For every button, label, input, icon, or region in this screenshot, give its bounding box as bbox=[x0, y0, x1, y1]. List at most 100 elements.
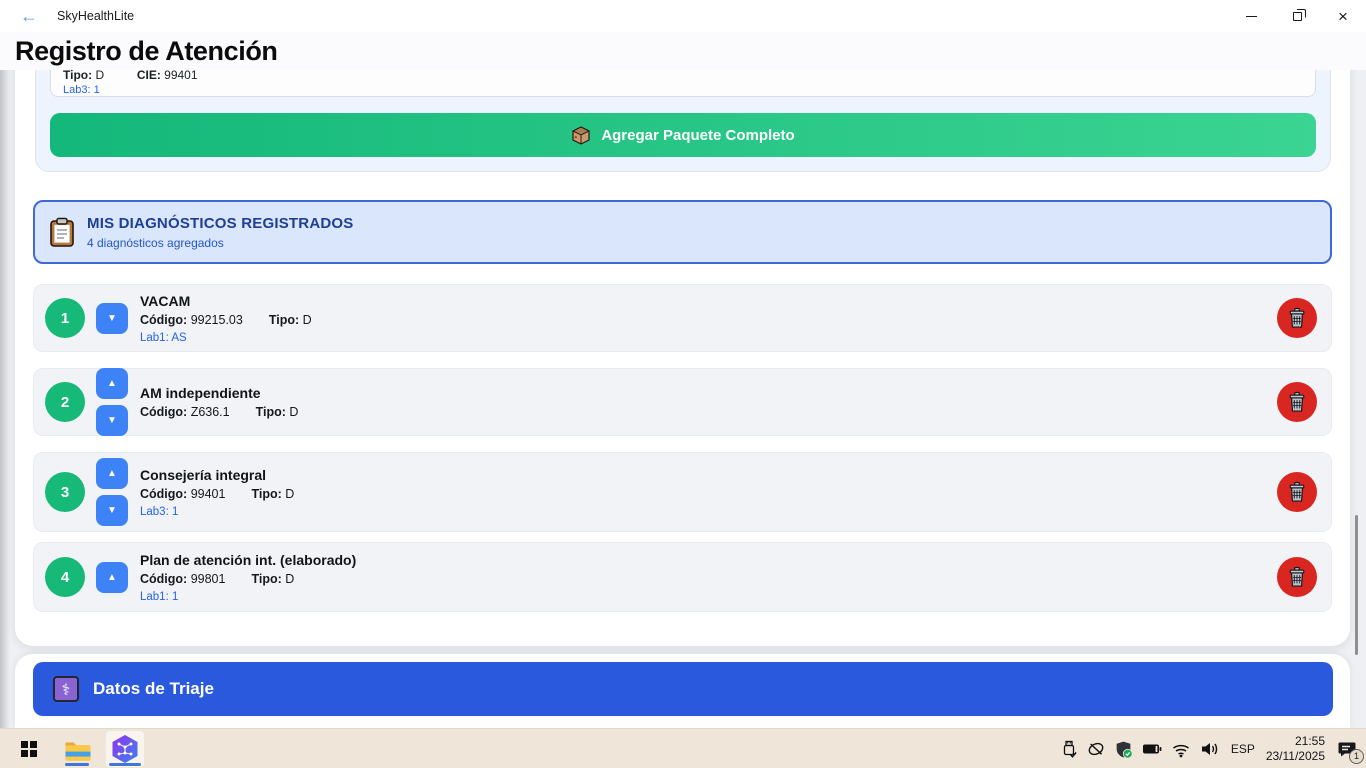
skyhealthlite-app-button[interactable] bbox=[106, 731, 144, 767]
scrollbar-thumb[interactable] bbox=[1355, 515, 1358, 655]
windows-logo-icon bbox=[21, 741, 38, 758]
cie-label: CIE: bbox=[137, 70, 161, 82]
trash-icon bbox=[1287, 566, 1307, 588]
clipboard-icon bbox=[49, 217, 75, 247]
tipo-value: D bbox=[286, 405, 299, 419]
app-title: SkyHealthLite bbox=[57, 0, 134, 32]
minimize-icon bbox=[1246, 16, 1257, 17]
package-icon bbox=[571, 125, 591, 145]
diagnosis-row: 1▼VACAMCódigo: 99215.03Tipo: DLab1: AS bbox=[33, 284, 1332, 352]
codigo-value: 99801 bbox=[187, 572, 225, 586]
diagnosis-text: VACAMCódigo: 99215.03Tipo: DLab1: AS bbox=[140, 293, 1277, 344]
add-full-package-button[interactable]: Agregar Paquete Completo bbox=[50, 113, 1316, 157]
clock-time: 21:55 bbox=[1266, 734, 1325, 749]
mouse-disabled-icon[interactable] bbox=[1087, 740, 1105, 758]
app-window: ← SkyHealthLite × Registro de Atención T… bbox=[0, 0, 1366, 768]
order-badge: 3 bbox=[45, 472, 85, 512]
diagnosis-name: Plan de atención int. (elaborado) bbox=[140, 552, 1277, 568]
package-item-meta: Tipo: D CIE: 99401 bbox=[63, 70, 198, 82]
speaker-icon[interactable] bbox=[1200, 741, 1220, 757]
package-item-partial: Tipo: D CIE: 99401 Lab3: 1 bbox=[50, 70, 1316, 97]
close-button[interactable]: × bbox=[1320, 0, 1366, 32]
page-title: Registro de Atención bbox=[15, 36, 278, 67]
datos-triaje-label: Datos de Triaje bbox=[93, 679, 214, 699]
notification-badge: 1 bbox=[1349, 749, 1364, 764]
delete-diagnosis-button[interactable] bbox=[1277, 472, 1317, 512]
title-bar: ← SkyHealthLite × bbox=[0, 0, 1366, 32]
diagnosis-name: AM independiente bbox=[140, 385, 1277, 401]
delete-diagnosis-button[interactable] bbox=[1277, 382, 1317, 422]
move-up-button[interactable]: ▲ bbox=[96, 458, 128, 489]
diagnosis-row: 2▲▼AM independienteCódigo: Z636.1Tipo: D bbox=[33, 368, 1332, 436]
clock[interactable]: 21:55 23/11/2025 bbox=[1266, 734, 1325, 764]
datos-triaje-button[interactable]: ⚕ Datos de Triaje bbox=[33, 662, 1333, 716]
diagnosis-name: Consejería integral bbox=[140, 467, 1277, 483]
start-button[interactable] bbox=[10, 731, 48, 767]
diagnosis-row: 4 ▲ Plan de atención int. (elaborado) Códig… bbox=[33, 542, 1332, 612]
back-button[interactable]: ← bbox=[14, 0, 44, 32]
move-down-button[interactable]: ▼ bbox=[96, 303, 128, 334]
explorer-running-indicator bbox=[65, 763, 89, 766]
diagnosis-meta: Código: 99401Tipo: D bbox=[140, 487, 1277, 501]
app-hexagon-icon bbox=[110, 734, 140, 764]
diagnosis-meta: Código: Z636.1Tipo: D bbox=[140, 405, 1277, 419]
move-up-button[interactable]: ▲ bbox=[96, 562, 128, 593]
window-controls: × bbox=[1228, 0, 1366, 32]
order-badge: 1 bbox=[45, 298, 85, 338]
reorder-controls: ▲▼ bbox=[96, 368, 128, 436]
language-indicator[interactable]: ESP bbox=[1229, 742, 1257, 756]
reorder-controls: ▲▼ bbox=[96, 458, 128, 526]
wifi-icon[interactable] bbox=[1171, 741, 1191, 758]
diagnostics-header-card: MIS DIAGNÓSTICOS REGISTRADOS 4 diagnósti… bbox=[33, 200, 1332, 264]
codigo-value: 99401 bbox=[187, 487, 225, 501]
delete-diagnosis-button[interactable] bbox=[1277, 298, 1317, 338]
diagnosis-lab: Lab1: 1 bbox=[140, 591, 1277, 603]
taskbar: ESP 21:55 23/11/2025 1 bbox=[0, 728, 1366, 768]
diagnostics-header-title: MIS DIAGNÓSTICOS REGISTRADOS bbox=[87, 215, 353, 232]
codigo-value: 99215.03 bbox=[187, 313, 243, 327]
move-up-button[interactable]: ▲ bbox=[96, 368, 128, 399]
system-tray: ESP 21:55 23/11/2025 1 bbox=[1060, 729, 1360, 768]
tipo-label: Tipo: bbox=[256, 405, 286, 419]
codigo-label: Código: bbox=[140, 487, 187, 501]
clock-date: 23/11/2025 bbox=[1266, 749, 1325, 764]
folder-icon bbox=[64, 738, 91, 761]
trash-icon bbox=[1287, 481, 1307, 503]
order-badge: 4 bbox=[45, 557, 85, 597]
delete-diagnosis-button[interactable] bbox=[1277, 557, 1317, 597]
move-down-button[interactable]: ▼ bbox=[96, 405, 128, 436]
diagnostics-header-text: MIS DIAGNÓSTICOS REGISTRADOS 4 diagnósti… bbox=[87, 215, 353, 250]
diagnosis-row: 3▲▼Consejería integralCódigo: 99401Tipo:… bbox=[33, 452, 1332, 532]
tipo-value: D bbox=[299, 313, 312, 327]
codigo-label: Código: bbox=[140, 572, 187, 586]
package-section-clip: Tipo: D CIE: 99401 Lab3: 1 A bbox=[0, 70, 1366, 172]
file-explorer-button[interactable] bbox=[58, 731, 96, 767]
reorder-controls: ▼ bbox=[96, 303, 128, 334]
restore-button[interactable] bbox=[1274, 0, 1320, 32]
diagnosis-text: AM independiente Código: Z636.1Tipo: D bbox=[140, 385, 1277, 419]
diagnosis-meta: Código: 99801Tipo: D bbox=[140, 572, 1277, 586]
order-badge: 2 bbox=[45, 382, 85, 422]
diagnosis-text: Consejería integral Código: 99401Tipo: D L… bbox=[140, 467, 1277, 518]
diagnosis-lab: Lab1: AS bbox=[140, 332, 1277, 344]
minimize-button[interactable] bbox=[1228, 0, 1274, 32]
add-full-package-label: Agregar Paquete Completo bbox=[601, 127, 794, 144]
codigo-label: Código: bbox=[140, 405, 187, 419]
reorder-controls: ▲ bbox=[96, 562, 128, 593]
tipo-value: D bbox=[95, 70, 104, 82]
diagnosis-meta: Código: 99215.03Tipo: D bbox=[140, 313, 1277, 327]
notification-center-button[interactable]: 1 bbox=[1334, 736, 1360, 762]
tipo-label: Tipo: bbox=[269, 313, 299, 327]
trash-icon bbox=[1287, 307, 1307, 329]
diagnostics-header-subtitle: 4 diagnósticos agregados bbox=[87, 236, 353, 250]
arrow-left-icon: ← bbox=[20, 6, 38, 27]
diagnosis-text: Plan de atención int. (elaborado) Código:… bbox=[140, 552, 1277, 603]
close-icon: × bbox=[1338, 8, 1348, 25]
usb-device-icon[interactable] bbox=[1060, 740, 1078, 758]
battery-icon[interactable] bbox=[1142, 743, 1162, 755]
diagnosis-lab: Lab3: 1 bbox=[140, 506, 1277, 518]
package-card: Tipo: D CIE: 99401 Lab3: 1 A bbox=[35, 70, 1331, 172]
move-down-button[interactable]: ▼ bbox=[96, 495, 128, 526]
security-shield-icon[interactable] bbox=[1114, 740, 1133, 759]
restore-icon bbox=[1293, 12, 1302, 21]
